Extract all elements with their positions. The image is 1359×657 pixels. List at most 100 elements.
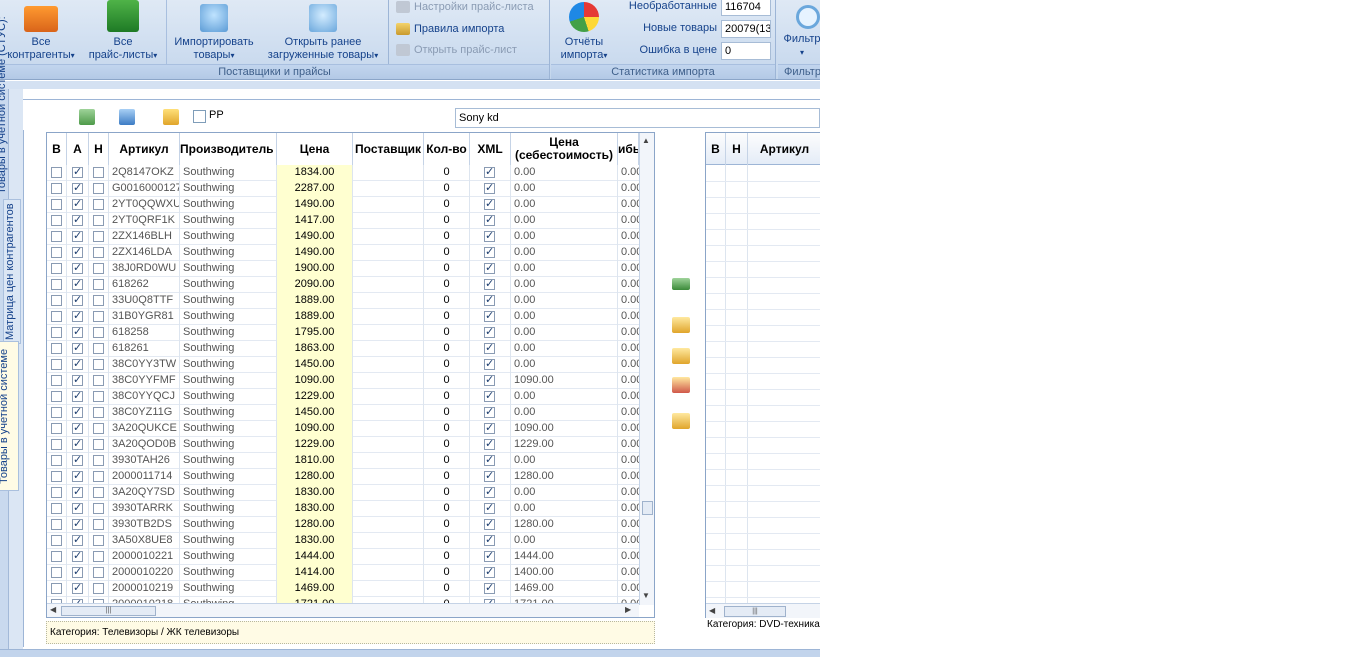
cell-supplier[interactable] <box>353 261 424 277</box>
checkbox[interactable] <box>51 519 62 530</box>
checkbox-xml[interactable] <box>470 453 511 469</box>
checkbox-n[interactable] <box>89 517 109 533</box>
cell-price[interactable]: 1280.00 <box>277 517 353 533</box>
cell-supplier[interactable] <box>353 421 424 437</box>
table-row[interactable]: G00160001278Southwing2287.00 0 0.000.00 <box>47 181 639 197</box>
cell-profit[interactable]: 0.00 <box>618 277 639 293</box>
checkbox[interactable] <box>72 373 83 388</box>
checkbox-b[interactable] <box>47 421 67 437</box>
checkbox-b[interactable] <box>47 501 67 517</box>
cell-supplier[interactable] <box>353 533 424 549</box>
checkbox-n[interactable] <box>89 181 109 197</box>
cell-qty[interactable]: 0 <box>424 517 470 533</box>
cell-manufacturer[interactable]: Southwing <box>180 453 277 469</box>
checkbox[interactable] <box>72 165 83 180</box>
checkbox[interactable] <box>72 533 83 548</box>
header-manufacturer[interactable]: Производитель <box>180 133 277 165</box>
checkbox[interactable] <box>72 309 83 324</box>
checkbox[interactable] <box>484 293 495 308</box>
checkbox-a[interactable] <box>67 389 89 405</box>
checkbox[interactable] <box>72 485 83 500</box>
checkbox-a[interactable] <box>67 309 89 325</box>
cell-price[interactable]: 1900.00 <box>277 261 353 277</box>
checkbox[interactable] <box>93 167 104 178</box>
cell-cost[interactable]: 0.00 <box>511 309 618 325</box>
checkbox[interactable] <box>72 261 83 276</box>
cell-price[interactable]: 1444.00 <box>277 549 353 565</box>
checkbox[interactable] <box>93 535 104 546</box>
checkbox-xml[interactable] <box>470 565 511 581</box>
cell-manufacturer[interactable]: Southwing <box>180 229 277 245</box>
table-row[interactable]: 2YT0QRF1KSouthwing1417.00 0 0.000.00 <box>47 213 639 229</box>
checkbox-n[interactable] <box>89 309 109 325</box>
checkbox[interactable] <box>51 359 62 370</box>
checkbox[interactable] <box>484 389 495 404</box>
checkbox-xml[interactable] <box>470 501 511 517</box>
checkbox[interactable] <box>484 373 495 388</box>
checkbox[interactable] <box>484 341 495 356</box>
checkbox[interactable] <box>51 487 62 498</box>
cell-qty[interactable]: 0 <box>424 533 470 549</box>
cell-article[interactable]: 3930TB2DS <box>109 517 180 533</box>
checkbox[interactable] <box>72 277 83 292</box>
checkbox-b[interactable] <box>47 213 67 229</box>
checkbox-b[interactable] <box>47 373 67 389</box>
cell-cost[interactable]: 1469.00 <box>511 581 618 597</box>
cell-qty[interactable]: 0 <box>424 277 470 293</box>
cell-cost[interactable]: 0.00 <box>511 261 618 277</box>
cell-supplier[interactable] <box>353 549 424 565</box>
checkbox-n[interactable] <box>89 229 109 245</box>
checkbox[interactable] <box>93 583 104 594</box>
checkbox-a[interactable] <box>67 453 89 469</box>
checkbox-a[interactable] <box>67 373 89 389</box>
cell-cost[interactable]: 0.00 <box>511 293 618 309</box>
cell-manufacturer[interactable]: Southwing <box>180 405 277 421</box>
checkbox[interactable] <box>51 279 62 290</box>
cell-manufacturer[interactable]: Southwing <box>180 437 277 453</box>
checkbox-a[interactable] <box>67 517 89 533</box>
checkbox-b[interactable] <box>47 325 67 341</box>
checkbox[interactable] <box>51 375 62 386</box>
table-row[interactable]: 2Q8147OKZSouthwing1834.00 0 0.000.00 <box>47 165 639 181</box>
checkbox[interactable] <box>93 487 104 498</box>
checkbox[interactable] <box>72 517 83 532</box>
cell-price[interactable]: 2090.00 <box>277 277 353 293</box>
cell-supplier[interactable] <box>353 229 424 245</box>
cell-manufacturer[interactable]: Southwing <box>180 293 277 309</box>
cell-price[interactable]: 1889.00 <box>277 309 353 325</box>
cell-article[interactable]: 2000010219 <box>109 581 180 597</box>
cell-supplier[interactable] <box>353 309 424 325</box>
cell-price[interactable]: 1417.00 <box>277 213 353 229</box>
checkbox-b[interactable] <box>47 549 67 565</box>
checkbox-xml[interactable] <box>470 181 511 197</box>
cell-manufacturer[interactable]: Southwing <box>180 469 277 485</box>
cell-qty[interactable]: 0 <box>424 437 470 453</box>
scroll-left-icon[interactable]: ◀ <box>709 606 715 615</box>
cell-price[interactable]: 1490.00 <box>277 229 353 245</box>
checkbox-n[interactable] <box>89 197 109 213</box>
scroll-thumb[interactable]: ||| <box>724 606 786 617</box>
checkbox[interactable] <box>72 581 83 596</box>
cell-supplier[interactable] <box>353 565 424 581</box>
checkbox-b[interactable] <box>47 293 67 309</box>
checkbox-a[interactable] <box>67 565 89 581</box>
checkbox[interactable] <box>72 357 83 372</box>
cell-price[interactable]: 1229.00 <box>277 389 353 405</box>
checkbox-xml[interactable] <box>470 581 511 597</box>
checkbox-xml[interactable] <box>470 325 511 341</box>
cell-supplier[interactable] <box>353 181 424 197</box>
all-contractors-button[interactable]: Все контрагенты▾ <box>2 0 80 62</box>
stat-value[interactable]: 116704 <box>721 0 771 16</box>
cell-article[interactable]: 618258 <box>109 325 180 341</box>
cell-article[interactable]: 38C0YYFMF <box>109 373 180 389</box>
checkbox[interactable] <box>93 279 104 290</box>
cell-price[interactable]: 2287.00 <box>277 181 353 197</box>
cell-profit[interactable]: 0.00 <box>618 165 639 181</box>
table-row[interactable]: 3A20QUKCESouthwing1090.0001090.000.00 <box>47 421 639 437</box>
cell-supplier[interactable] <box>353 245 424 261</box>
checkbox[interactable] <box>93 423 104 434</box>
cell-article[interactable]: 3A20QY7SD <box>109 485 180 501</box>
cell-cost[interactable]: 1444.00 <box>511 549 618 565</box>
cell-profit[interactable]: 0.00 <box>618 549 639 565</box>
checkbox[interactable] <box>484 181 495 196</box>
